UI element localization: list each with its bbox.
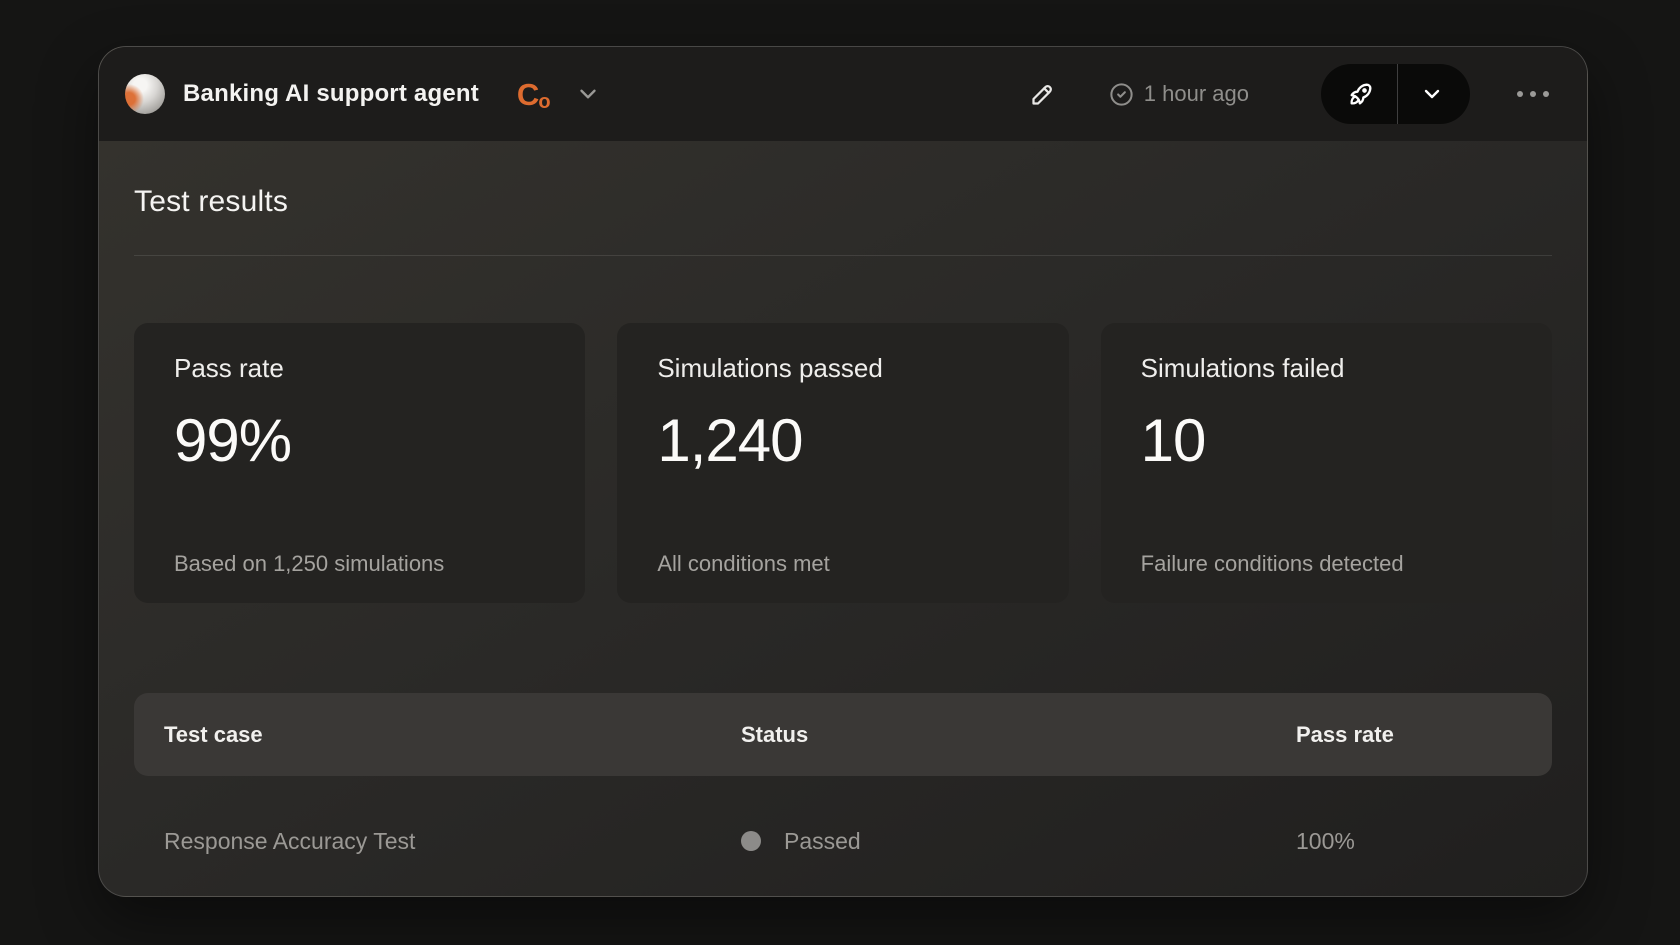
chevron-down-icon xyxy=(1420,82,1444,106)
pass-rate-value: 100% xyxy=(1266,828,1554,855)
project-avatar[interactable] xyxy=(125,74,165,114)
page-title: Test results xyxy=(134,185,1552,219)
rocket-launch-button[interactable] xyxy=(1321,64,1397,124)
table-header-row: Test case Status Pass rate xyxy=(134,693,1552,776)
titlebar-actions: 1 hour ago xyxy=(1029,64,1549,124)
stat-label: Simulations passed xyxy=(657,353,1028,384)
check-circle-icon xyxy=(1108,81,1135,108)
stat-value: 10 xyxy=(1141,406,1512,475)
titlebar: Banking AI support agent C o 1 hour ago xyxy=(99,47,1587,141)
rocket-icon xyxy=(1347,80,1375,108)
project-title: Banking AI support agent xyxy=(183,80,479,108)
co-logo-icon: C o xyxy=(517,79,551,110)
stat-caption: All conditions met xyxy=(657,551,1028,577)
more-options-icon[interactable] xyxy=(1517,91,1549,97)
last-saved-status: 1 hour ago xyxy=(1108,81,1249,108)
deploy-split-button xyxy=(1321,64,1470,124)
test-results-table: Test case Status Pass rate Response Accu… xyxy=(134,693,1552,896)
stat-card-simulations-failed: Simulations failed 10 Failure conditions… xyxy=(1101,323,1552,603)
edit-pencil-icon[interactable] xyxy=(1029,81,1056,108)
section-divider xyxy=(134,255,1552,256)
results-section: Test results Pass rate 99% Based on 1,25… xyxy=(99,185,1587,896)
last-saved-label: 1 hour ago xyxy=(1144,81,1249,107)
stat-value: 99% xyxy=(174,406,545,475)
column-header-test-case: Test case xyxy=(134,722,711,748)
column-header-pass-rate: Pass rate xyxy=(1266,722,1554,748)
stat-caption: Based on 1,250 simulations xyxy=(174,551,545,577)
app-window: Banking AI support agent C o 1 hour ago xyxy=(98,46,1588,897)
stat-card-pass-rate: Pass rate 99% Based on 1,250 simulations xyxy=(134,323,585,603)
stat-label: Pass rate xyxy=(174,353,545,384)
stat-value: 1,240 xyxy=(657,406,1028,475)
test-case-name: Response Accuracy Test xyxy=(134,828,711,855)
stat-card-simulations-passed: Simulations passed 1,240 All conditions … xyxy=(617,323,1068,603)
stat-caption: Failure conditions detected xyxy=(1141,551,1512,577)
table-row[interactable]: Response Accuracy Test Passed 100% xyxy=(134,776,1552,896)
deploy-options-chevron[interactable] xyxy=(1398,64,1470,124)
column-header-status: Status xyxy=(711,722,1266,748)
status-cell: Passed xyxy=(711,828,1266,855)
status-dot-icon xyxy=(741,831,761,851)
status-badge: Passed xyxy=(784,828,861,855)
stat-label: Simulations failed xyxy=(1141,353,1512,384)
stat-cards: Pass rate 99% Based on 1,250 simulations… xyxy=(134,323,1552,603)
title-chevron-down-icon[interactable] xyxy=(575,81,601,107)
